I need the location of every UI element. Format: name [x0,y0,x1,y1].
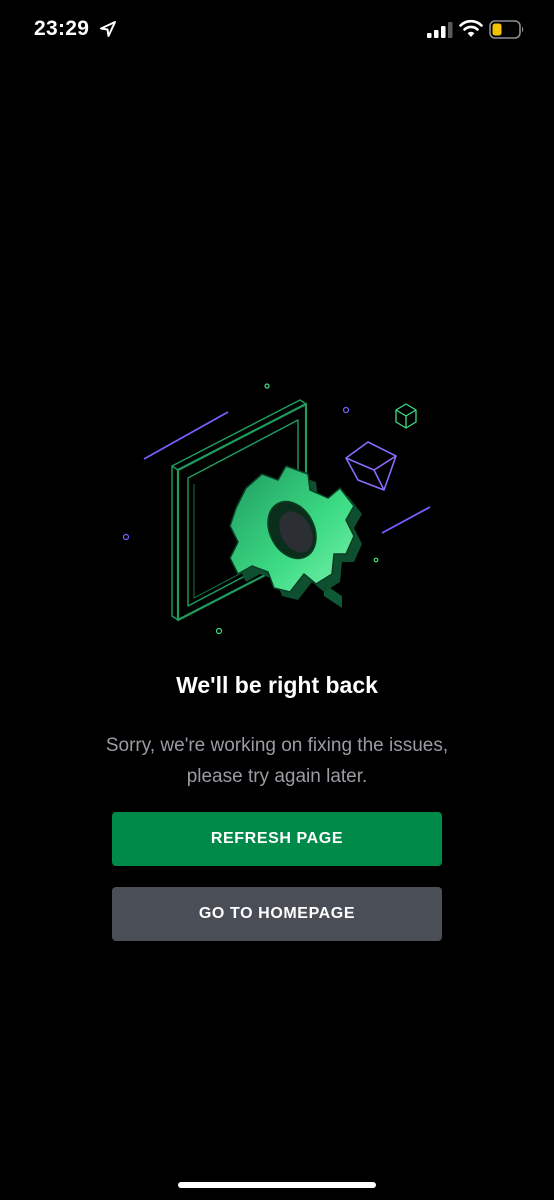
wifi-icon [459,19,483,37]
home-indicator[interactable] [178,1182,376,1188]
decor-dot [264,383,270,389]
status-time: 23:29 [34,17,90,40]
go-to-homepage-button[interactable]: GO TO HOMEPAGE [112,887,442,941]
location-arrow-icon [100,21,116,37]
decor-dot [373,557,379,563]
cellular-signal-icon [427,22,453,38]
refresh-page-button[interactable]: REFRESH PAGE [112,812,442,866]
maintenance-gear-illustration [122,383,431,635]
page-title: We'll be right back [176,672,378,698]
decor-dot [215,627,223,635]
decor-dot [122,533,130,541]
error-message: Sorry, we're working on fixing the issue… [105,735,449,787]
accent-line [381,506,431,534]
gear-icon [229,465,362,608]
small-cube-icon [395,403,417,429]
decor-dot [342,406,350,414]
battery-icon [489,20,524,39]
large-cube-icon [345,441,397,491]
status-bar: 23:29 [0,0,554,62]
